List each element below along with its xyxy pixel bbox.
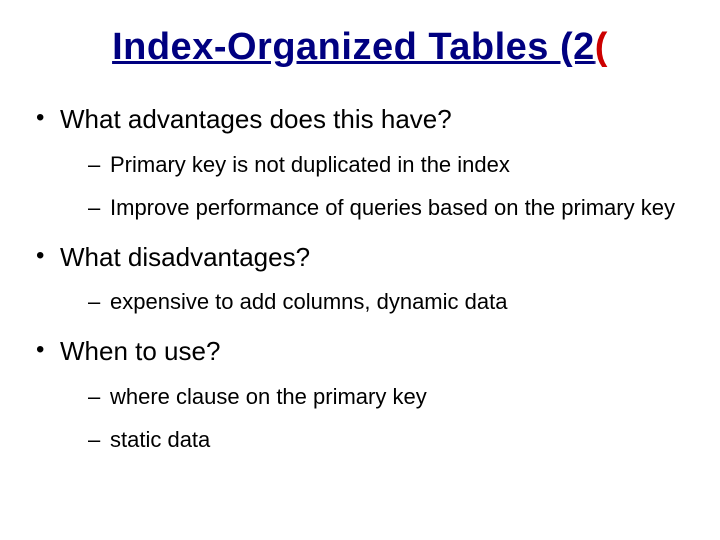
sub-bullet-text: expensive to add columns, dynamic data — [110, 289, 507, 314]
bullet-text: What advantages does this have? — [60, 104, 452, 134]
title-main: Index-Organized Tables (2 — [112, 26, 595, 68]
slide-title: Index-Organized Tables (2( — [30, 26, 690, 69]
sub-bullet-list: expensive to add columns, dynamic data — [60, 287, 690, 317]
title-trailing-paren: ( — [595, 26, 608, 68]
sub-bullet-item: static data — [88, 425, 690, 455]
bullet-item: What disadvantages? expensive to add col… — [30, 241, 690, 317]
bullet-item: When to use? where clause on the primary… — [30, 335, 690, 455]
slide: Index-Organized Tables (2( What advantag… — [0, 0, 720, 540]
sub-bullet-text: Improve performance of queries based on … — [110, 195, 675, 220]
bullet-list: What advantages does this have? Primary … — [30, 103, 690, 455]
bullet-item: What advantages does this have? Primary … — [30, 103, 690, 223]
sub-bullet-item: Primary key is not duplicated in the ind… — [88, 150, 690, 180]
sub-bullet-text: static data — [110, 427, 210, 452]
sub-bullet-list: where clause on the primary key static d… — [60, 382, 690, 455]
bullet-text: What disadvantages? — [60, 242, 310, 272]
sub-bullet-text: Primary key is not duplicated in the ind… — [110, 152, 510, 177]
bullet-text: When to use? — [60, 336, 220, 366]
sub-bullet-item: Improve performance of queries based on … — [88, 193, 690, 223]
sub-bullet-item: where clause on the primary key — [88, 382, 690, 412]
sub-bullet-list: Primary key is not duplicated in the ind… — [60, 150, 690, 223]
sub-bullet-text: where clause on the primary key — [110, 384, 427, 409]
sub-bullet-item: expensive to add columns, dynamic data — [88, 287, 690, 317]
